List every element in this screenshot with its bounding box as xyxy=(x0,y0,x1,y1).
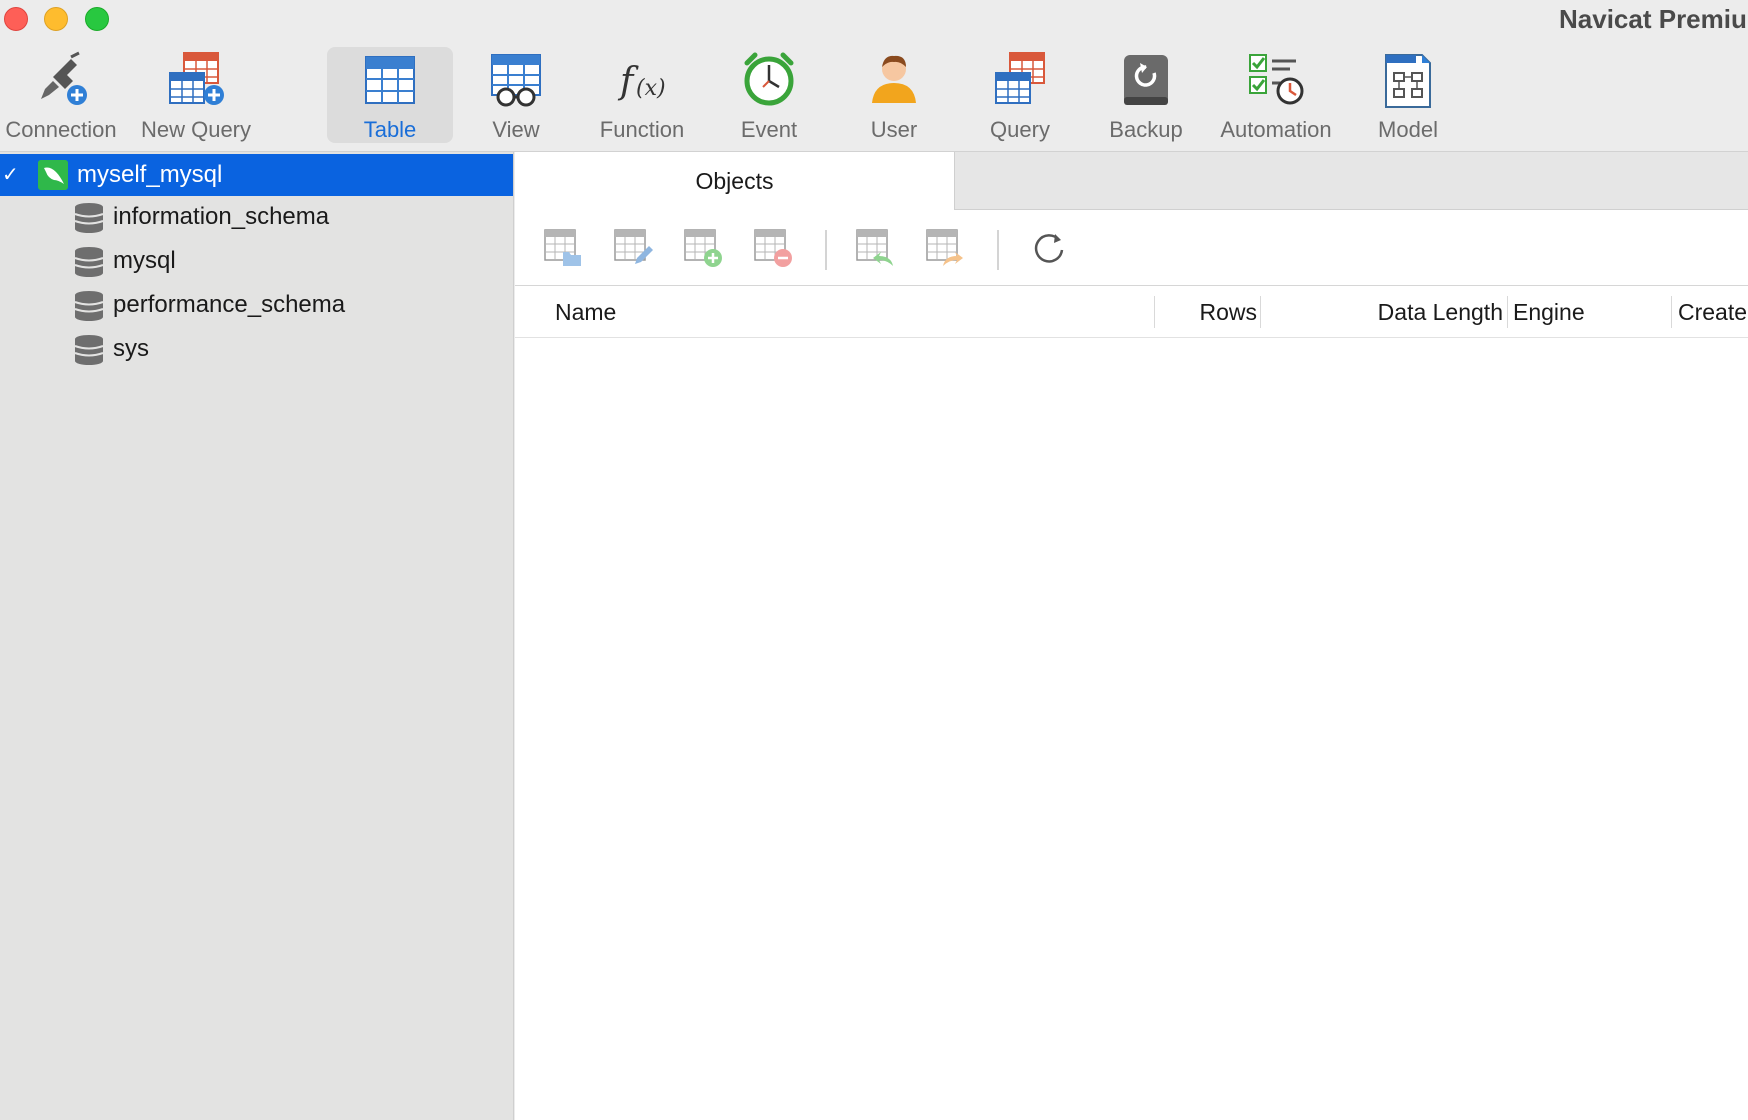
toolbar-label: Query xyxy=(990,117,1050,142)
new-query-icon xyxy=(169,52,224,105)
toolbar-view-button[interactable]: View xyxy=(460,47,572,143)
delete-table-icon[interactable] xyxy=(753,228,793,268)
import-wizard-icon[interactable] xyxy=(855,228,895,268)
function-fx-icon: f (x) xyxy=(617,61,666,102)
column-create-time[interactable]: Create xyxy=(1678,286,1748,338)
connection-sidebar: ✓ myself_mysql information_schema mysql xyxy=(0,152,514,1120)
toolbar-label: Event xyxy=(740,117,798,142)
toolbar-function-button[interactable]: f (x) Function xyxy=(588,47,696,143)
tab-bar: Objects xyxy=(515,152,1748,210)
database-icon xyxy=(74,291,104,321)
toolbar-label: User xyxy=(870,117,918,142)
objects-panel: Objects Name Rows Data Length Engine Cre… xyxy=(515,152,1748,1120)
database-icon xyxy=(74,335,104,365)
toolbar-separator xyxy=(997,230,999,270)
toolbar-event-button[interactable]: Event xyxy=(722,47,816,143)
toolbar-user-button[interactable]: User xyxy=(848,47,940,143)
toolbar-label: Automation xyxy=(1220,117,1332,142)
column-rows[interactable]: Rows xyxy=(1157,286,1257,338)
column-engine[interactable]: Engine xyxy=(1513,286,1585,338)
toolbar-automation-button[interactable]: Automation xyxy=(1210,47,1342,143)
model-diagram-icon xyxy=(1385,54,1431,108)
refresh-icon[interactable] xyxy=(1029,228,1069,268)
toolbar-label: View xyxy=(492,117,540,142)
toolbar-label: Connection xyxy=(5,117,117,142)
table-icon xyxy=(365,56,415,104)
database-icon xyxy=(74,203,104,233)
column-separator[interactable] xyxy=(1671,296,1672,328)
close-window-button[interactable] xyxy=(4,7,28,31)
toolbar-label: Model xyxy=(1378,117,1438,142)
tab-objects[interactable]: Objects xyxy=(515,152,955,210)
toolbar-query-button[interactable]: Query xyxy=(970,47,1070,143)
minimize-window-button[interactable] xyxy=(44,7,68,31)
toolbar-new-query-button[interactable]: New Query xyxy=(130,47,262,143)
toolbar-connection-button[interactable]: Connection xyxy=(0,47,122,143)
chevron-down-icon[interactable]: ✓ xyxy=(2,162,19,187)
column-name[interactable]: Name xyxy=(555,286,616,338)
automation-checklist-icon xyxy=(1249,54,1304,105)
window-toolbar: Navicat Premiu Connection New Query Tabl… xyxy=(0,0,1748,152)
toolbar-label: Table xyxy=(363,117,417,142)
toolbar-label: Backup xyxy=(1109,117,1183,142)
connection-plug-icon xyxy=(41,51,87,105)
objects-column-header: Name Rows Data Length Engine Create xyxy=(515,286,1748,338)
tree-database-mysql[interactable]: mysql xyxy=(0,240,513,282)
toolbar-label: New Query xyxy=(140,117,252,142)
column-separator[interactable] xyxy=(1154,296,1155,328)
toolbar-label: Function xyxy=(599,117,685,142)
column-separator[interactable] xyxy=(1260,296,1261,328)
new-table-icon[interactable] xyxy=(683,228,723,268)
open-table-icon[interactable] xyxy=(543,228,583,268)
tree-connection-myself-mysql[interactable]: ✓ myself_mysql xyxy=(0,154,513,196)
toolbar-model-button[interactable]: Model xyxy=(1362,47,1454,143)
tree-database-information-schema[interactable]: information_schema xyxy=(0,196,513,238)
user-icon xyxy=(872,55,916,103)
backup-icon xyxy=(1124,55,1168,105)
tree-database-label: performance_schema xyxy=(113,291,346,318)
view-icon xyxy=(491,54,541,107)
tree-database-label: information_schema xyxy=(113,203,330,230)
objects-list-empty[interactable] xyxy=(515,339,1748,1120)
toolbar-separator xyxy=(825,230,827,270)
tree-database-performance-schema[interactable]: performance_schema xyxy=(0,284,513,326)
tree-database-label: sys xyxy=(113,335,149,362)
column-separator[interactable] xyxy=(1507,296,1508,328)
alarm-clock-icon xyxy=(744,52,794,106)
mysql-dolphin-icon xyxy=(38,160,68,190)
tree-database-sys[interactable]: sys xyxy=(0,328,513,370)
tree-database-label: mysql xyxy=(113,247,176,274)
export-wizard-icon[interactable] xyxy=(925,228,965,268)
database-icon xyxy=(74,247,104,277)
maximize-window-button[interactable] xyxy=(85,7,109,31)
column-data-length[interactable]: Data Length xyxy=(1263,286,1503,338)
svg-text:(x): (x) xyxy=(636,76,666,101)
tree-connection-label: myself_mysql xyxy=(77,161,223,188)
toolbar-table-button[interactable]: Table xyxy=(327,47,453,143)
design-table-icon[interactable] xyxy=(613,228,653,268)
app-title: Navicat Premiu xyxy=(1559,4,1747,34)
query-icon xyxy=(995,52,1045,104)
object-toolbar xyxy=(515,210,1748,286)
toolbar-backup-button[interactable]: Backup xyxy=(1094,47,1198,143)
